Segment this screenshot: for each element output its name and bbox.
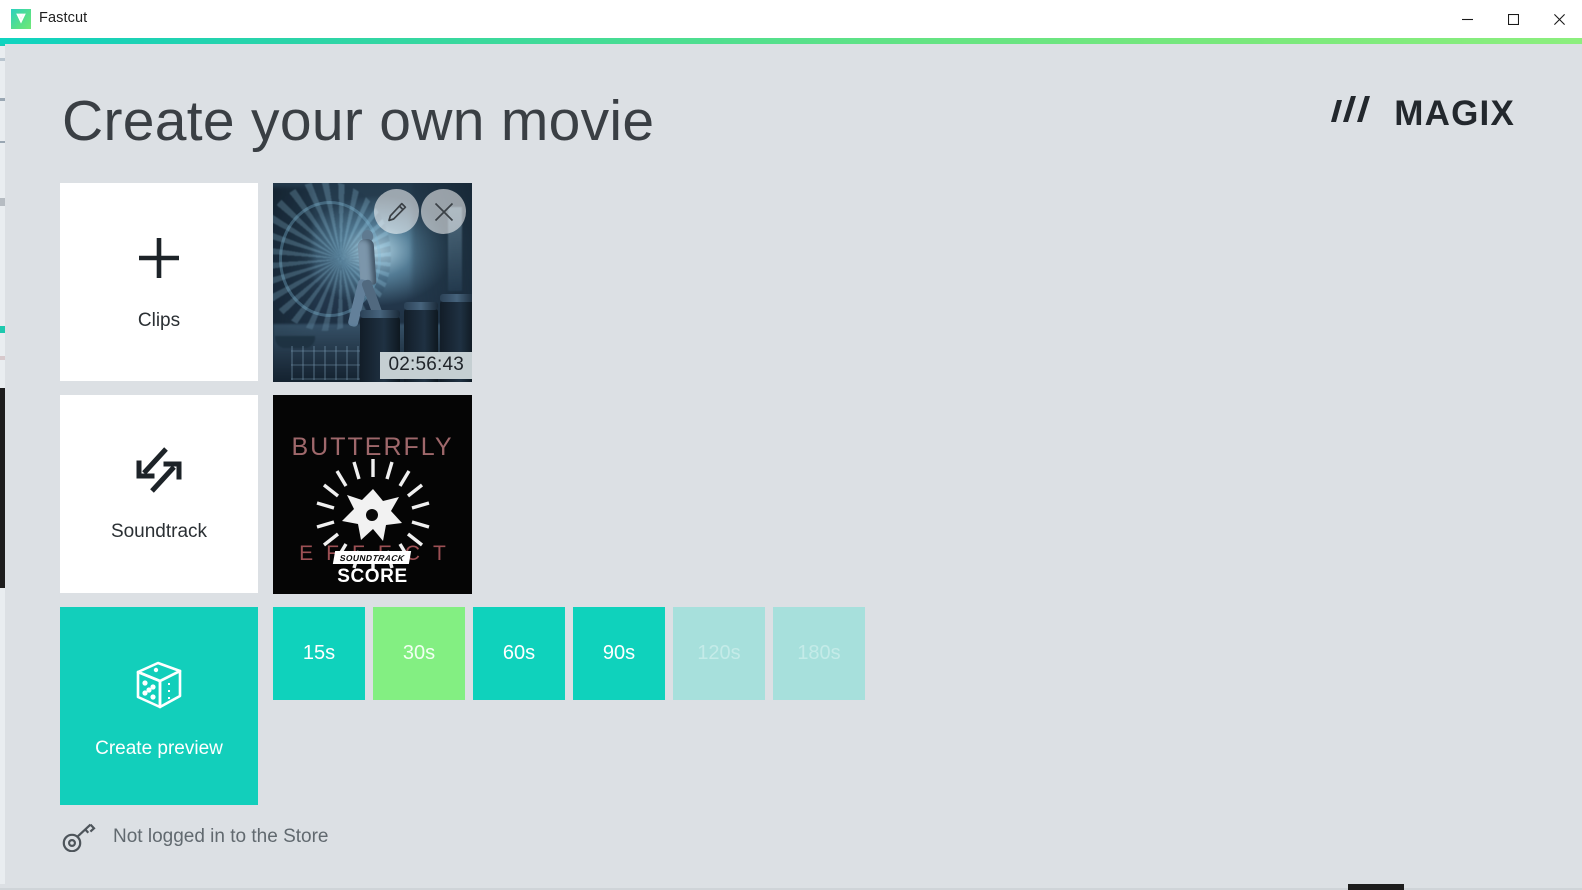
window-controls: [1444, 0, 1582, 38]
store-login-status-text: Not logged in to the Store: [113, 826, 329, 847]
duration-button-120s[interactable]: 120s: [673, 607, 765, 700]
duration-button-90s[interactable]: 90s: [573, 607, 665, 700]
window-title: Fastcut: [39, 10, 88, 26]
soundtrack-tile[interactable]: Soundtrack: [60, 395, 258, 593]
soundtrack-thumbnail[interactable]: BUTTERFLY SOUNDTRACK SCORE: [273, 395, 472, 594]
soundtrack-label: Soundtrack: [110, 521, 208, 542]
main-content: Create your own movie MAGIX Clips 02:56:…: [5, 44, 1582, 884]
duration-button-180s[interactable]: 180s: [773, 607, 865, 700]
close-button[interactable]: [1536, 0, 1582, 38]
edit-clip-button[interactable]: [374, 189, 419, 234]
badge-sound-text: SOUND: [339, 552, 374, 562]
badge-score-text: SCORE: [337, 566, 408, 587]
bottom-edge-strip: [0, 884, 1582, 890]
duration-button-30s[interactable]: 30s: [373, 607, 465, 700]
clip-thumbnail[interactable]: 02:56:43: [273, 183, 472, 382]
fastcut-window: Fastcut Create your own movie MAGIX Clip…: [0, 0, 1582, 890]
add-clips-label: Clips: [137, 310, 181, 331]
plus-icon: [133, 232, 185, 284]
magix-brand-logo: MAGIX: [1330, 96, 1515, 131]
duration-selector: 15s 30s 60s 90s 120s 180s: [273, 607, 865, 700]
magix-wordmark: MAGIX: [1394, 94, 1515, 133]
minimize-button[interactable]: [1444, 0, 1490, 38]
pencil-icon: [386, 201, 408, 223]
swap-arrows-icon: [134, 445, 184, 495]
dice-icon: [128, 652, 190, 714]
close-icon: [433, 201, 455, 223]
create-preview-label: Create preview: [95, 738, 223, 759]
duration-button-15s[interactable]: 15s: [273, 607, 365, 700]
page-title: Create your own movie: [62, 89, 655, 153]
key-icon: [62, 822, 96, 852]
add-clips-tile[interactable]: Clips: [60, 183, 258, 381]
clip-action-buttons: [374, 189, 466, 234]
create-preview-button[interactable]: Create preview: [60, 607, 258, 805]
duration-button-60s[interactable]: 60s: [473, 607, 565, 700]
clip-duration-badge: 02:56:43: [380, 352, 472, 379]
store-login-status[interactable]: Not logged in to the Store: [62, 822, 328, 852]
three-slashes-icon: [1330, 96, 1380, 131]
badge-track-text: TRACK: [372, 552, 406, 562]
title-bar: Fastcut: [0, 0, 1582, 38]
soundtrack-score-badge: SOUNDTRACK SCORE: [273, 547, 472, 588]
app-logo-icon: [11, 9, 31, 29]
maximize-button[interactable]: [1490, 0, 1536, 38]
remove-clip-button[interactable]: [421, 189, 466, 234]
